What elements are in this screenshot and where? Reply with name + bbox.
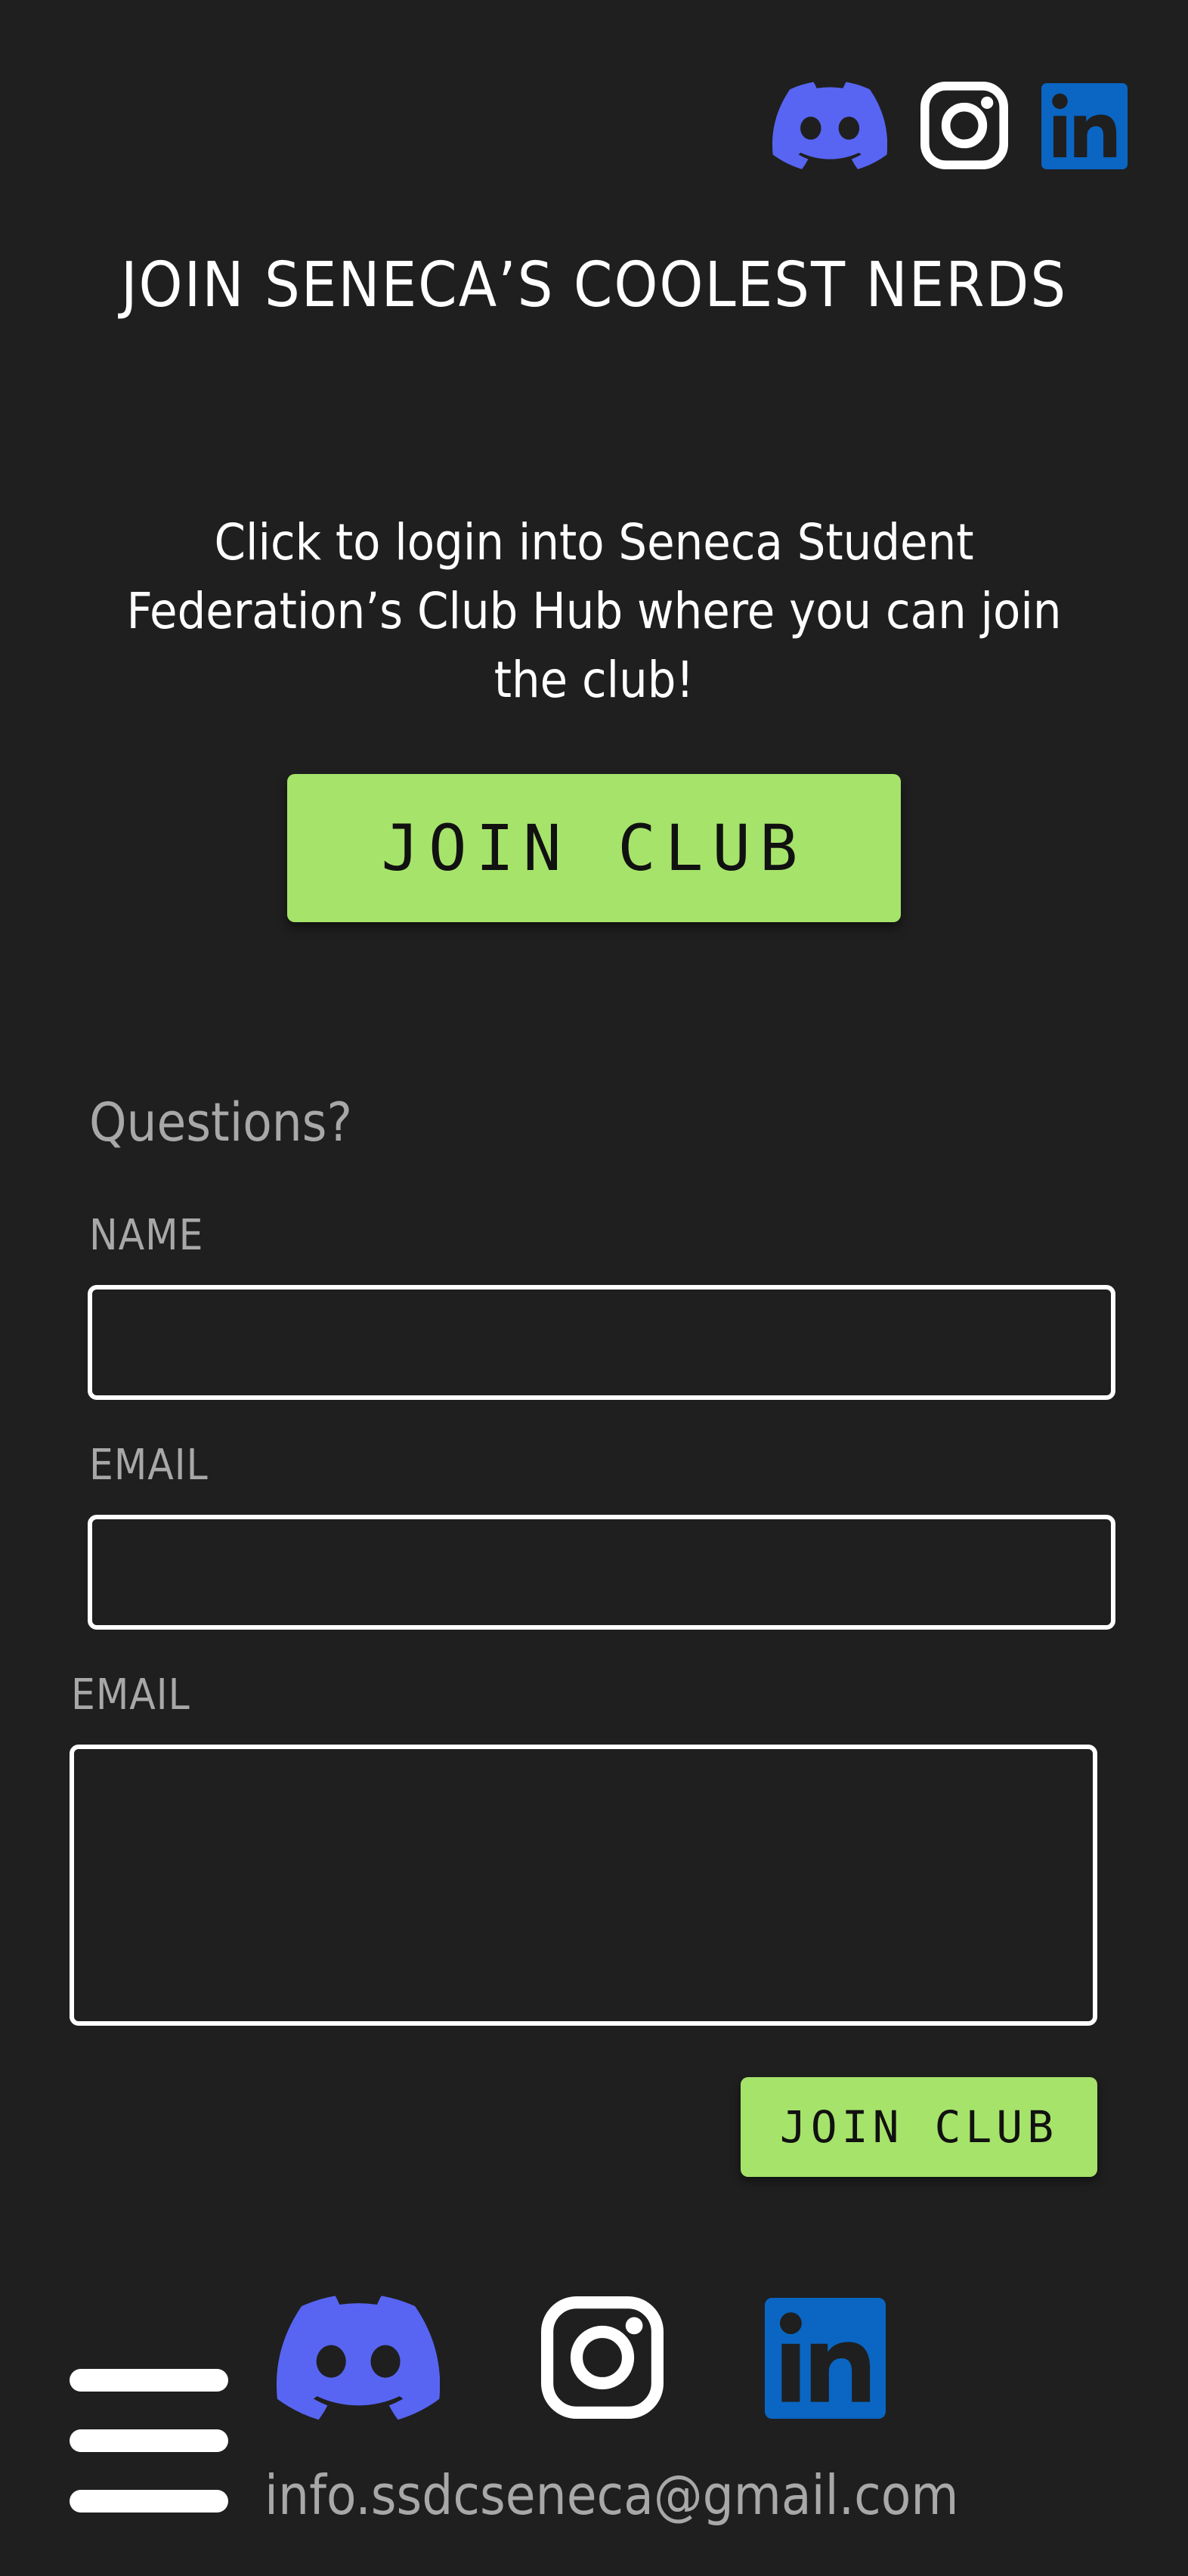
menu-icon[interactable] [70,2369,228,2513]
contact-email[interactable]: info.ssdcseneca@gmail.com [265,2461,959,2529]
name-field[interactable] [88,1285,1115,1400]
discord-icon[interactable] [772,82,887,169]
message-label: EMAIL [71,1670,190,1720]
submit-button[interactable]: JOIN CLUB [741,2077,1097,2177]
discord-icon[interactable] [277,2295,440,2420]
email-label: EMAIL [89,1441,209,1490]
linkedin-icon[interactable] [1041,83,1128,169]
message-field[interactable] [70,1745,1097,2026]
page-title: JOIN SENECA’S COOLEST NERDS [120,249,1068,321]
questions-heading: Questions? [89,1091,352,1153]
name-label: NAME [89,1211,204,1260]
linkedin-icon[interactable] [765,2298,886,2419]
intro-text: Click to login into Seneca Student Feder… [126,513,1062,709]
email-field[interactable] [88,1515,1115,1630]
instagram-icon[interactable] [920,82,1008,169]
join-club-button[interactable]: JOIN CLUB [287,774,901,922]
instagram-icon[interactable] [541,2296,664,2419]
